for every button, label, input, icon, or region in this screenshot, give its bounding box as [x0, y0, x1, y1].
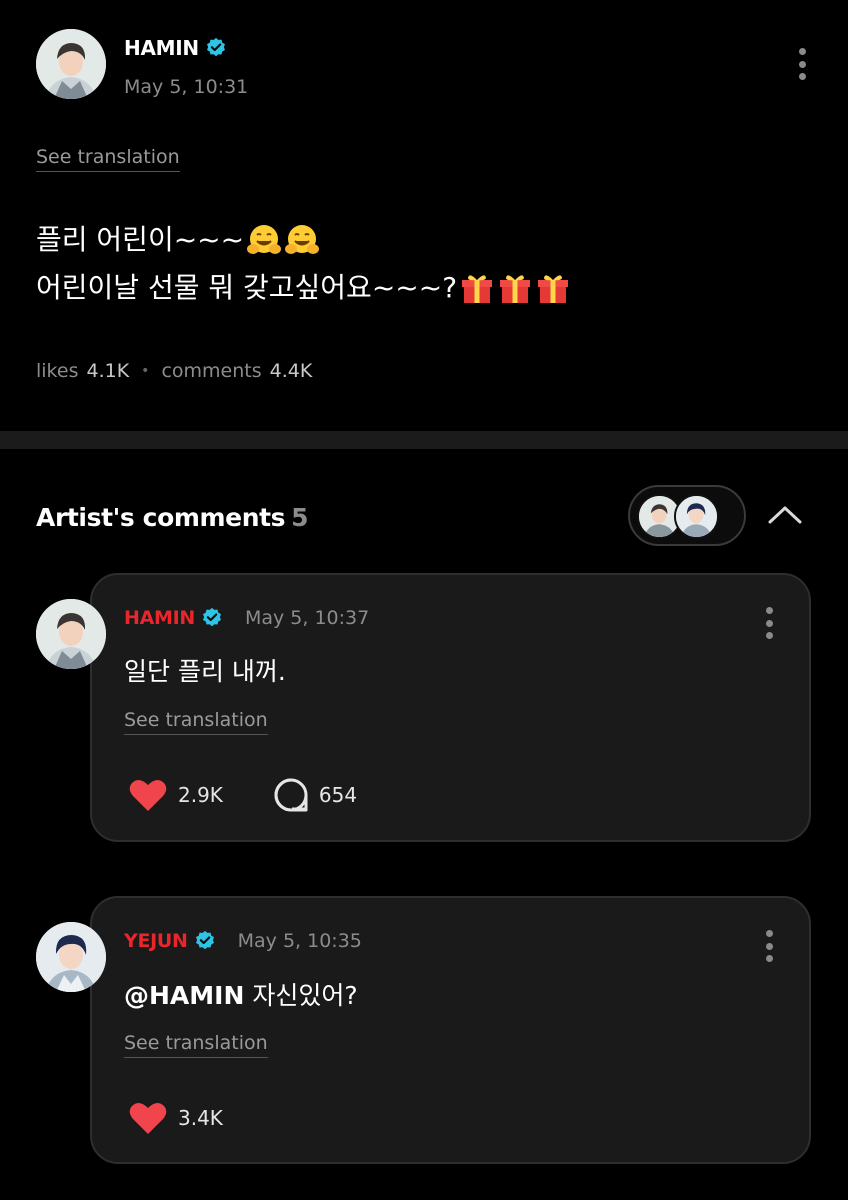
- hamin-avatar-illustration: [36, 599, 106, 669]
- mention-link[interactable]: @HAMIN: [124, 981, 244, 1010]
- comments-count[interactable]: 4.4K: [270, 360, 313, 382]
- reply-button[interactable]: 654: [273, 777, 357, 813]
- post-more-options-icon[interactable]: [790, 42, 814, 86]
- post-author-name[interactable]: HAMIN: [124, 36, 227, 60]
- comment-author-avatar[interactable]: [36, 922, 106, 992]
- comment-text: @HAMIN 자신있어?: [124, 976, 358, 1012]
- comment-bubble-icon: [274, 778, 308, 812]
- heart-icon: [129, 779, 167, 811]
- artist-comments-title: Artist's comments 5: [36, 503, 309, 532]
- likes-label: likes: [36, 360, 79, 382]
- yejun-mini-avatar: [674, 494, 719, 539]
- artist-filter-pill[interactable]: [628, 485, 746, 546]
- comment-timestamp: May 5, 10:35: [237, 930, 362, 952]
- like-button[interactable]: 3.4K: [128, 1100, 223, 1136]
- hamin-avatar-illustration: [36, 29, 106, 99]
- comment-actions: 3.4K: [128, 1100, 223, 1136]
- verified-badge-icon: [201, 607, 223, 629]
- post-body-line-1: 플리 어린이~~~: [36, 216, 571, 264]
- comment-see-translation-link[interactable]: See translation: [124, 1032, 268, 1058]
- likes-count[interactable]: 4.1K: [86, 360, 129, 382]
- comment-text-body: 자신있어?: [244, 981, 358, 1010]
- gift-emoji-icon: [459, 270, 495, 306]
- comment-author-avatar[interactable]: [36, 599, 106, 669]
- post-author-avatar[interactable]: [36, 29, 106, 99]
- comment-card: YEJUN May 5, 10:35 @HAMIN 자신있어? See tran…: [90, 896, 811, 1164]
- comment-actions: 2.9K 654: [128, 777, 357, 813]
- stats-separator: •: [141, 363, 150, 379]
- post-body: 플리 어린이~~~ 어린이날 선물 뭐 갖고싶어요~~~?: [36, 216, 571, 312]
- comment-author-name[interactable]: YEJUN: [124, 930, 188, 952]
- collapse-chevron-up-icon[interactable]: [766, 500, 804, 528]
- comment-header: HAMIN May 5, 10:37: [124, 607, 369, 629]
- comment-author-name[interactable]: HAMIN: [124, 607, 195, 629]
- post-author-label: HAMIN: [124, 36, 199, 60]
- artist-comments-title-text: Artist's comments: [36, 503, 286, 532]
- gift-emoji-icon: [497, 270, 533, 306]
- like-count: 3.4K: [178, 1106, 223, 1130]
- section-divider: [0, 431, 848, 449]
- hugging-face-emoji-icon: [246, 222, 282, 258]
- heart-icon: [129, 1102, 167, 1134]
- comment-card: HAMIN May 5, 10:37 일단 플리 내꺼. See transla…: [90, 573, 811, 842]
- post-body-line-2: 어린이날 선물 뭐 갖고싶어요~~~?: [36, 264, 571, 312]
- like-count: 2.9K: [178, 783, 223, 807]
- verified-badge-icon: [194, 930, 216, 952]
- comment-more-options-icon[interactable]: [757, 924, 781, 968]
- comment-header: YEJUN May 5, 10:35: [124, 930, 362, 952]
- post-body-line-2-text: 어린이날 선물 뭐 갖고싶어요~~~?: [36, 271, 458, 304]
- comment-text: 일단 플리 내꺼.: [124, 657, 286, 686]
- post-body-line-1-text: 플리 어린이~~~: [36, 223, 245, 256]
- comment-more-options-icon[interactable]: [757, 601, 781, 645]
- like-button[interactable]: 2.9K: [128, 777, 223, 813]
- verified-badge-icon: [205, 37, 227, 59]
- reply-count: 654: [318, 783, 358, 807]
- yejun-avatar-illustration: [36, 922, 106, 992]
- hugging-face-emoji-icon: [284, 222, 320, 258]
- post-timestamp: May 5, 10:31: [124, 76, 249, 98]
- gift-emoji-icon: [535, 270, 571, 306]
- post-see-translation-link[interactable]: See translation: [36, 146, 180, 172]
- comments-label: comments: [161, 360, 262, 382]
- comment-timestamp: May 5, 10:37: [244, 607, 370, 629]
- artist-comments-count: 5: [291, 503, 309, 532]
- comment-see-translation-link[interactable]: See translation: [124, 709, 268, 735]
- post-stats: likes 4.1K • comments 4.4K: [36, 360, 312, 382]
